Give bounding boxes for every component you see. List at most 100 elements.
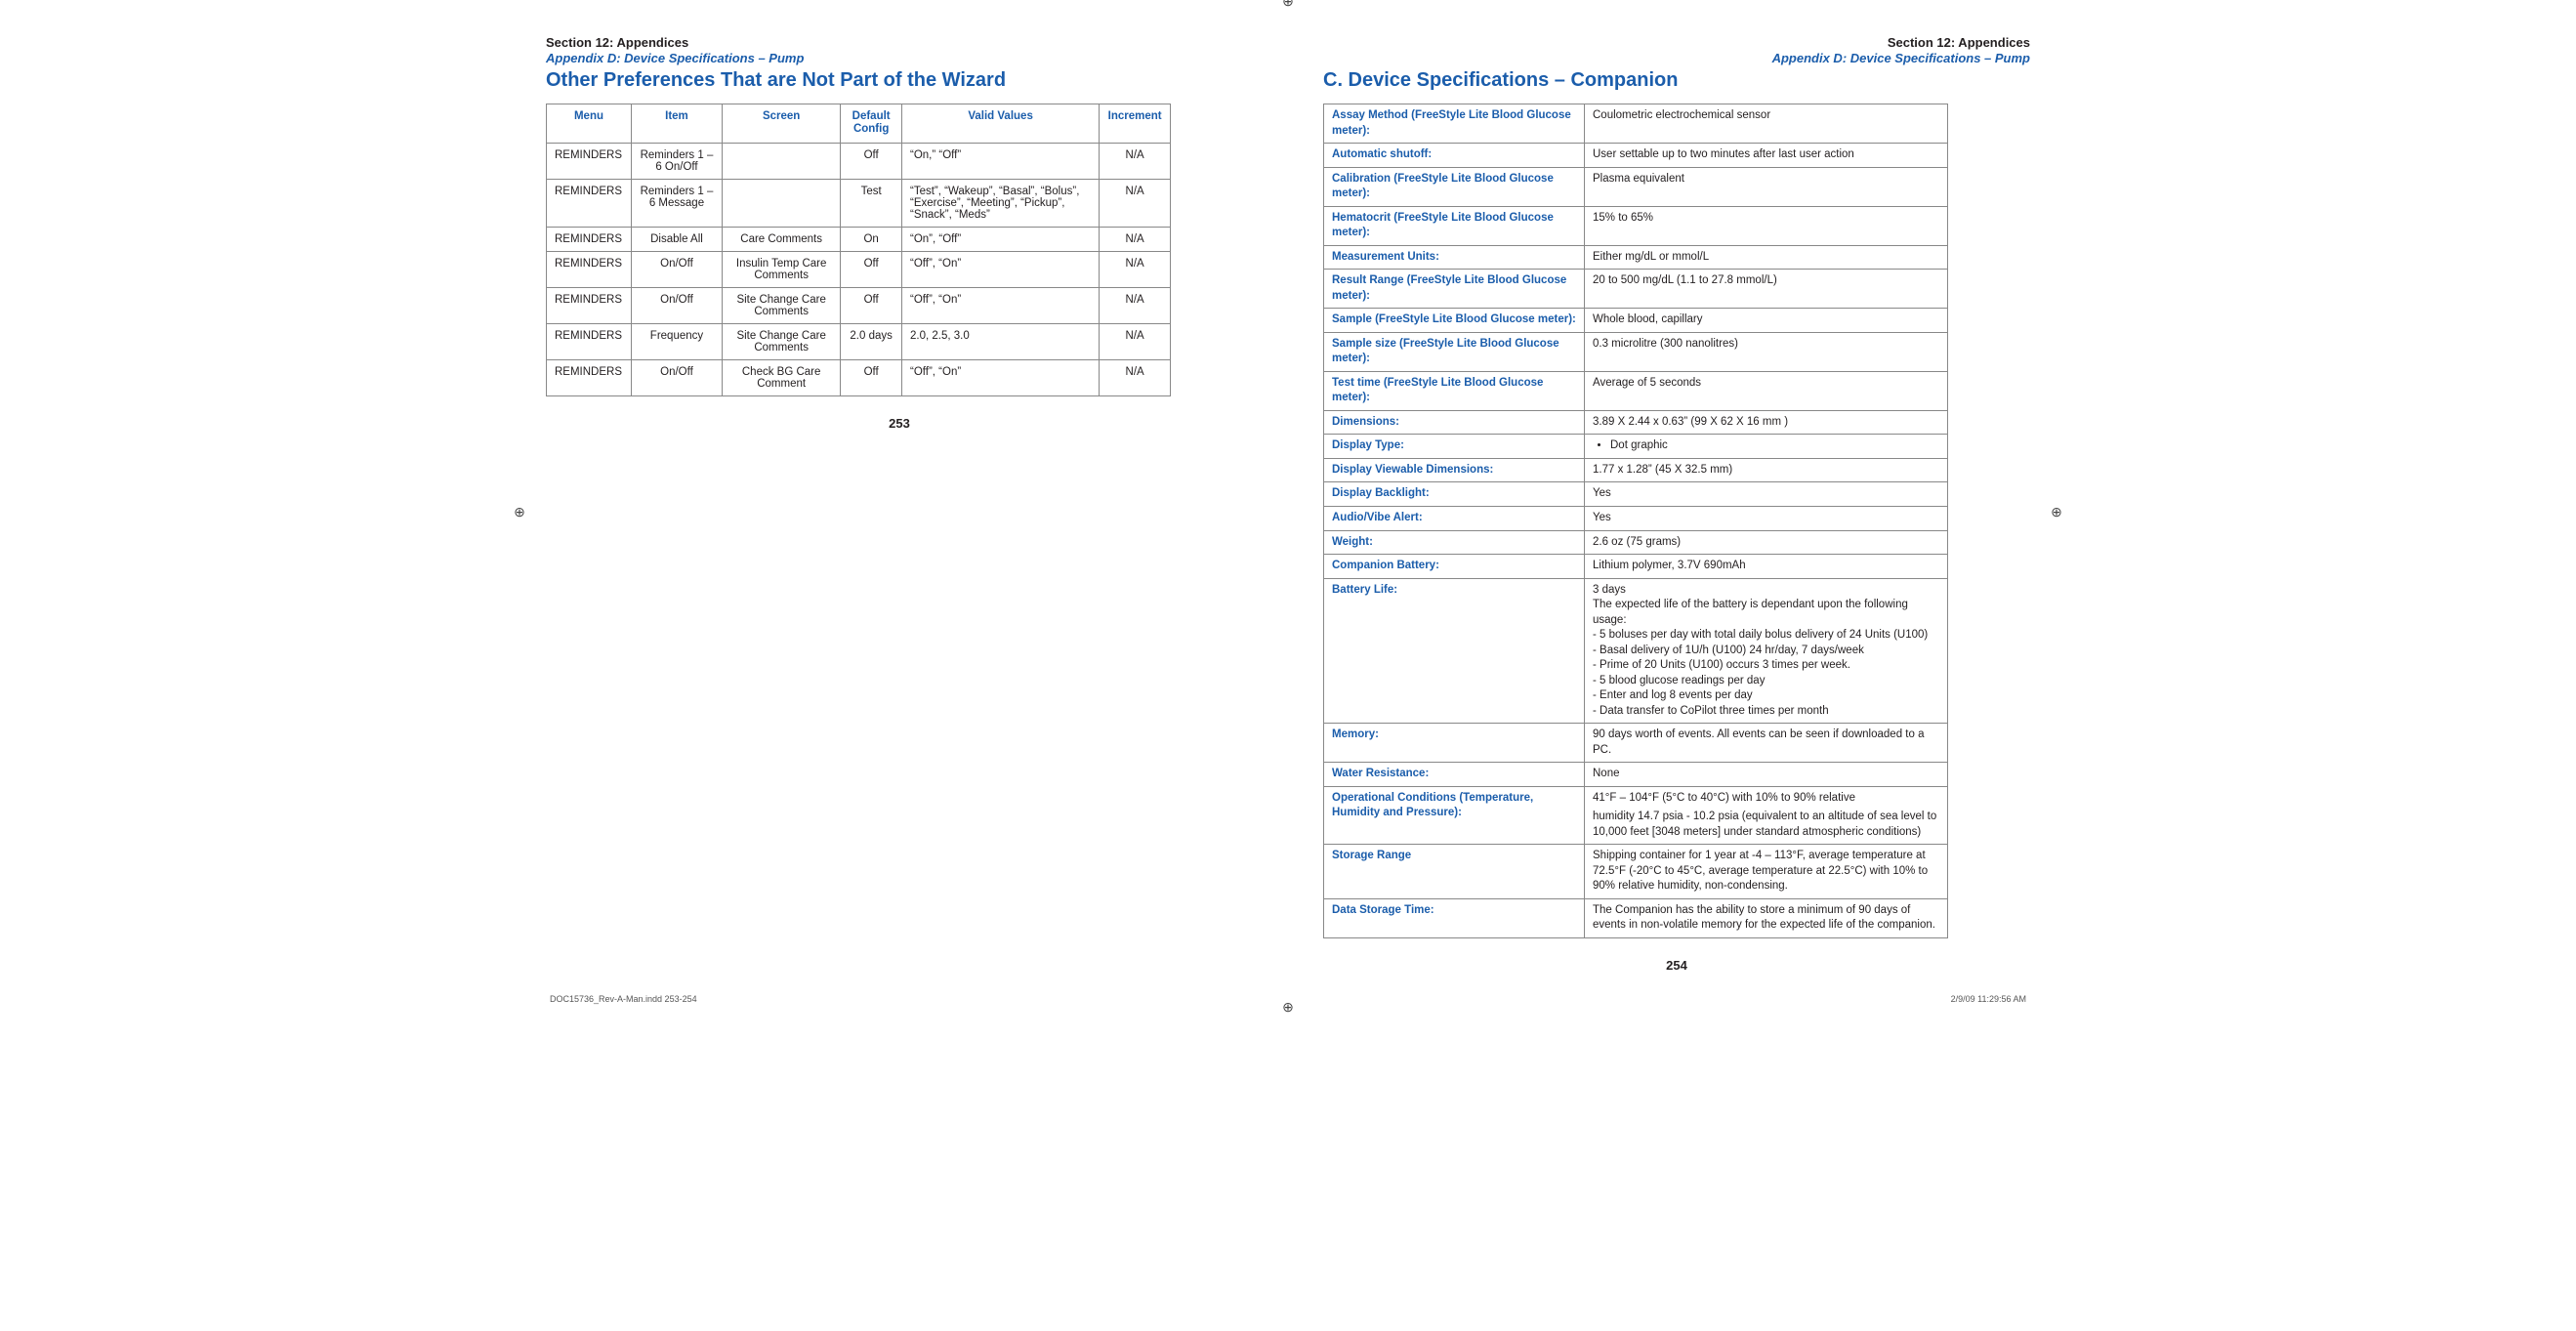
spec-value: 0.3 microlitre (300 nanolitres) [1585, 332, 1948, 371]
cell: Frequency [631, 323, 722, 359]
cell: N/A [1100, 287, 1171, 323]
cell: Off [841, 251, 902, 287]
section-label: Section 12: Appendices [546, 35, 688, 50]
value-line: 3 days [1593, 583, 1939, 599]
value-line: humidity 14.7 psia - 10.2 psia (equivale… [1593, 810, 1939, 840]
page-left: Section 12: Appendices Appendix D: Devic… [546, 35, 1253, 973]
col-item: Item [631, 104, 722, 143]
table-row: Memory:90 days worth of events. All even… [1324, 724, 1948, 763]
spec-value: 41°F – 104°F (5°C to 40°C) with 10% to 9… [1585, 786, 1948, 845]
value-line: 41°F – 104°F (5°C to 40°C) with 10% to 9… [1593, 791, 1939, 807]
col-default: Default Config [841, 104, 902, 143]
cell: Site Change Care Comments [722, 287, 840, 323]
value-line: - Prime of 20 Units (U100) occurs 3 time… [1593, 658, 1939, 674]
cell: REMINDERS [547, 323, 632, 359]
spec-value: The Companion has the ability to store a… [1585, 898, 1948, 937]
cell: Site Change Care Comments [722, 323, 840, 359]
spec-label: Display Backlight: [1324, 482, 1585, 507]
table-row: Data Storage Time:The Companion has the … [1324, 898, 1948, 937]
cell: Reminders 1 – 6 Message [631, 179, 722, 227]
spec-value: Yes [1585, 482, 1948, 507]
spec-value: 15% to 65% [1585, 206, 1948, 245]
table-row: Automatic shutoff:User settable up to tw… [1324, 144, 1948, 168]
spec-label: Data Storage Time: [1324, 898, 1585, 937]
spec-label: Companion Battery: [1324, 555, 1585, 579]
cell: Check BG Care Comment [722, 359, 840, 395]
spec-label: Hematocrit (FreeStyle Lite Blood Glucose… [1324, 206, 1585, 245]
spec-label: Battery Life: [1324, 578, 1585, 724]
table-row: REMINDERSReminders 1 – 6 MessageTest“Tes… [547, 179, 1171, 227]
footer-stamp: 2/9/09 11:29:56 AM [1951, 994, 2026, 1004]
table-row: REMINDERSOn/OffSite Change Care Comments… [547, 287, 1171, 323]
page-number-right: 254 [1323, 958, 2030, 973]
cell: 2.0 days [841, 323, 902, 359]
cell: “Off”, “On” [902, 251, 1100, 287]
value-line: - Data transfer to CoPilot three times p… [1593, 704, 1939, 720]
table-row: Hematocrit (FreeStyle Lite Blood Glucose… [1324, 206, 1948, 245]
spec-label: Calibration (FreeStyle Lite Blood Glucos… [1324, 167, 1585, 206]
table-row: Sample size (FreeStyle Lite Blood Glucos… [1324, 332, 1948, 371]
table-row: REMINDERSReminders 1 – 6 On/OffOff“On,” … [547, 143, 1171, 179]
table-row: Sample (FreeStyle Lite Blood Glucose met… [1324, 309, 1948, 333]
registration-mark-icon: ⊕ [513, 505, 526, 519]
cell: Off [841, 359, 902, 395]
cell: Off [841, 143, 902, 179]
cell: On [841, 227, 902, 251]
table-row: Companion Battery:Lithium polymer, 3.7V … [1324, 555, 1948, 579]
appendix-label: Appendix D: Device Specifications – Pump [546, 51, 1253, 66]
page-right: Section 12: Appendices Appendix D: Devic… [1323, 35, 2030, 973]
list-item: Dot graphic [1610, 438, 1939, 454]
cell: N/A [1100, 227, 1171, 251]
table-row: Water Resistance:None [1324, 763, 1948, 787]
table-row: Audio/Vibe Alert:Yes [1324, 506, 1948, 530]
page-title: Other Preferences That are Not Part of t… [546, 69, 1253, 92]
spec-value: Dot graphic [1585, 435, 1948, 459]
cell: Care Comments [722, 227, 840, 251]
spec-value: 20 to 500 mg/dL (1.1 to 27.8 mmol/L) [1585, 270, 1948, 309]
spec-label: Display Viewable Dimensions: [1324, 458, 1585, 482]
cell: N/A [1100, 359, 1171, 395]
spec-value: Yes [1585, 506, 1948, 530]
spec-label: Storage Range [1324, 845, 1585, 899]
table-row: Measurement Units:Either mg/dL or mmol/L [1324, 245, 1948, 270]
spec-value: 90 days worth of events. All events can … [1585, 724, 1948, 763]
cell: Test [841, 179, 902, 227]
page-title: C. Device Specifications – Companion [1323, 69, 2030, 92]
spec-label: Measurement Units: [1324, 245, 1585, 270]
spec-value: Average of 5 seconds [1585, 371, 1948, 410]
cell: REMINDERS [547, 143, 632, 179]
cell: REMINDERS [547, 179, 632, 227]
section-label: Section 12: Appendices [1888, 35, 2030, 50]
table-row: REMINDERSOn/OffInsulin Temp Care Comment… [547, 251, 1171, 287]
value-line: - Enter and log 8 events per day [1593, 688, 1939, 704]
spec-value: 1.77 x 1.28” (45 X 32.5 mm) [1585, 458, 1948, 482]
cell: On/Off [631, 251, 722, 287]
spec-label: Weight: [1324, 530, 1585, 555]
table-row: Dimensions:3.89 X 2.44 x 0.63” (99 X 62 … [1324, 410, 1948, 435]
table-row: REMINDERSDisable AllCare CommentsOn“On”,… [547, 227, 1171, 251]
cell: REMINDERS [547, 251, 632, 287]
spec-label: Memory: [1324, 724, 1585, 763]
spec-value: Whole blood, capillary [1585, 309, 1948, 333]
value-line: - 5 boluses per day with total daily bol… [1593, 628, 1939, 644]
cell: REMINDERS [547, 227, 632, 251]
appendix-label: Appendix D: Device Specifications – Pump [1323, 51, 2030, 66]
spec-label: Test time (FreeStyle Lite Blood Glucose … [1324, 371, 1585, 410]
table-row: Operational Conditions (Temperature, Hum… [1324, 786, 1948, 845]
spec-label: Display Type: [1324, 435, 1585, 459]
col-valid: Valid Values [902, 104, 1100, 143]
value-line: The expected life of the battery is depe… [1593, 598, 1939, 628]
table-row: REMINDERSFrequencySite Change Care Comme… [547, 323, 1171, 359]
cell: “Off”, “On” [902, 359, 1100, 395]
page-number-left: 253 [546, 416, 1253, 431]
table-header-row: Menu Item Screen Default Config Valid Va… [547, 104, 1171, 143]
table-row: Test time (FreeStyle Lite Blood Glucose … [1324, 371, 1948, 410]
footer-file: DOC15736_Rev-A-Man.indd 253-254 [550, 994, 697, 1004]
table-row: Calibration (FreeStyle Lite Blood Glucos… [1324, 167, 1948, 206]
cell: N/A [1100, 143, 1171, 179]
cell: N/A [1100, 179, 1171, 227]
table-row: Display Type: Dot graphic [1324, 435, 1948, 459]
cell: N/A [1100, 251, 1171, 287]
spec-label: Result Range (FreeStyle Lite Blood Gluco… [1324, 270, 1585, 309]
cell: “On”, “Off” [902, 227, 1100, 251]
